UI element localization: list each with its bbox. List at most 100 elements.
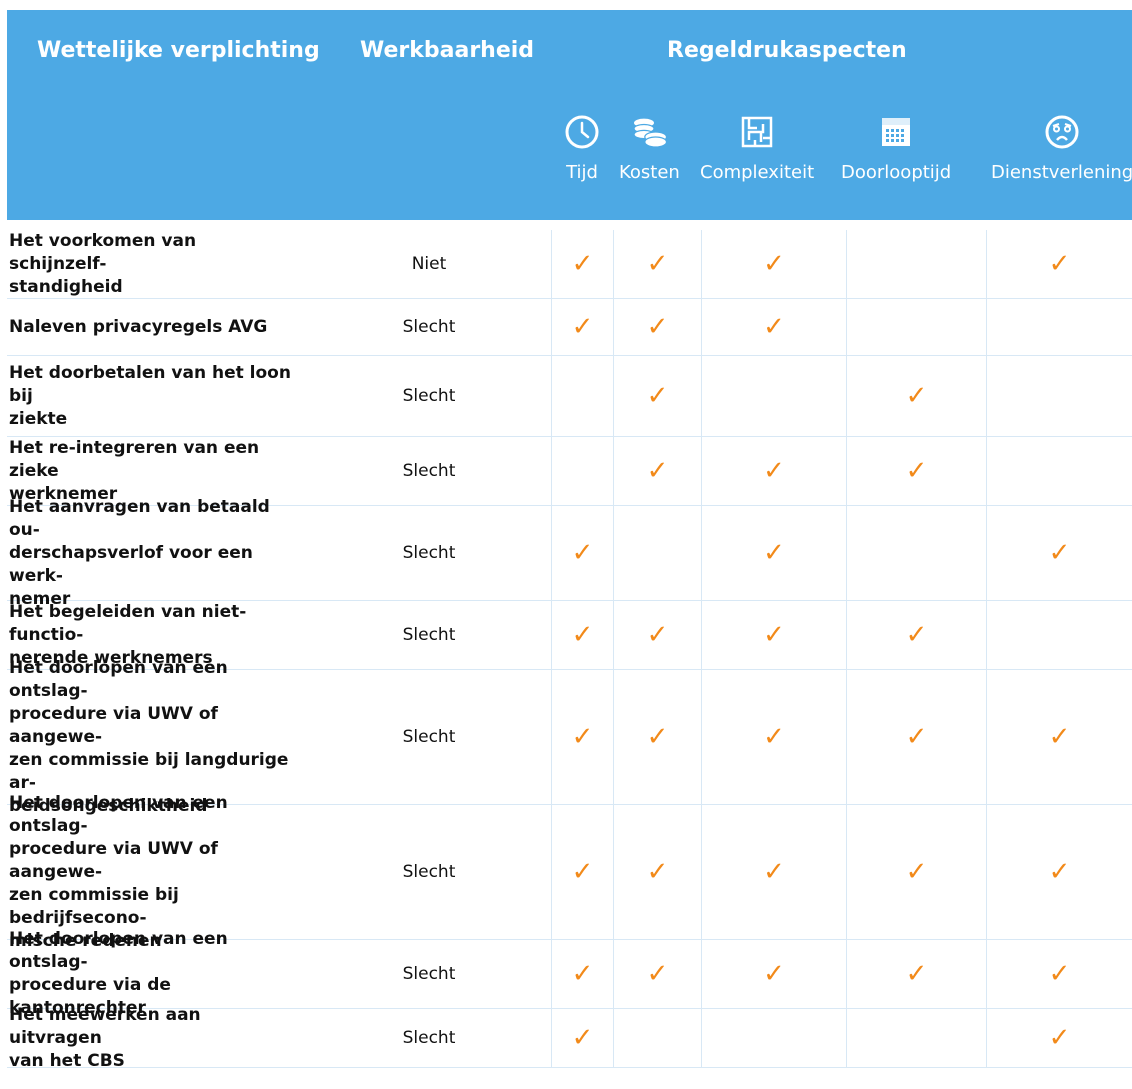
obligation-cell: Het aanvragen van betaald ou-derschapsve…: [7, 497, 307, 609]
aspect-cell: ✓: [847, 940, 987, 1008]
aspect-cell: ✓: [702, 670, 847, 804]
aspect-cell: ✓: [847, 601, 987, 669]
obligation-cell: Het doorlopen van een ontslag-procedure …: [7, 658, 307, 816]
checkmark-icon: ✓: [905, 381, 928, 411]
table-row: Het meewerken aan uitvragen van het CBS Sl…: [7, 1005, 1132, 1071]
aspect-label-tijd: Tijd: [566, 162, 598, 183]
aspect-cell: ✓: [987, 230, 1132, 298]
checkmark-icon: ✓: [763, 249, 785, 279]
obligation-text-line: ziekte: [9, 408, 68, 429]
checkmark-icon: ✓: [646, 312, 669, 342]
aspect-cell: ✓: [987, 1009, 1132, 1067]
maze-icon: [737, 112, 777, 152]
aspect-cell: [847, 230, 987, 298]
aspect-cell: ✓: [847, 437, 987, 505]
obligation-cell: Het doorbetalen van het loon bij ziekte: [7, 356, 307, 436]
aspect-cell: ✓: [702, 805, 847, 939]
aspect-kosten: Kosten: [619, 112, 680, 183]
checkmark-icon: ✓: [763, 312, 785, 342]
aspect-cell: [987, 356, 1132, 436]
aspect-cell: ✓: [614, 940, 702, 1008]
aspect-cell: ✓: [552, 230, 614, 298]
checkmark-icon: ✓: [571, 538, 594, 568]
header-workability: Werkbaarheid: [360, 38, 535, 63]
checkmark-icon: ✓: [571, 249, 594, 279]
obligation-text-line: Het doorlopen van een ontslag-: [9, 792, 228, 836]
header-obligation: Wettelijke verplichting: [37, 38, 320, 63]
checkmark-icon: ✓: [905, 959, 928, 989]
aspect-cell: ✓: [614, 437, 702, 505]
aspect-cell: ✓: [552, 601, 614, 669]
aspect-label-complexiteit: Complexiteit: [700, 162, 815, 183]
aspect-cell: ✓: [702, 299, 847, 355]
aspect-cell: ✓: [702, 506, 847, 600]
aspect-cell: ✓: [702, 230, 847, 298]
aspect-cell: ✓: [847, 670, 987, 804]
aspect-cell: ✓: [614, 601, 702, 669]
aspect-cell: ✓: [987, 506, 1132, 600]
checkmark-icon: ✓: [905, 722, 928, 752]
aspect-cell: ✓: [987, 805, 1132, 939]
checkmark-icon: ✓: [1048, 722, 1071, 752]
aspect-cell: ✓: [552, 940, 614, 1008]
obligation-text-line: Naleven privacyregels AVG: [9, 316, 268, 337]
checkmark-icon: ✓: [763, 722, 785, 752]
aspect-cell: [847, 299, 987, 355]
calendar-icon: [876, 112, 916, 152]
aspect-cell: [987, 299, 1132, 355]
aspect-cell: ✓: [614, 230, 702, 298]
checkmark-icon: ✓: [571, 722, 594, 752]
aspect-cell: [847, 506, 987, 600]
obligation-text-line: procedure via UWV of aangewe-: [9, 703, 218, 747]
obligation-cell: Het doorlopen van een ontslag-procedure …: [7, 793, 307, 951]
checkmark-icon: ✓: [905, 857, 928, 887]
obligation-text-line: Het voorkomen van schijnzelf-: [9, 230, 197, 274]
aspect-cell: ✓: [987, 940, 1132, 1008]
aspect-cell: ✓: [552, 1009, 614, 1067]
aspect-cell: [987, 437, 1132, 505]
aspect-cell: ✓: [614, 670, 702, 804]
aspect-cell: [614, 1009, 702, 1067]
table-row: Naleven privacyregels AVG Slecht ✓ ✓ ✓: [7, 299, 1132, 356]
table-row: Het doorlopen van een ontslag-procedure …: [7, 793, 1132, 951]
checkmark-icon: ✓: [1048, 857, 1071, 887]
checkmark-icon: ✓: [1048, 959, 1071, 989]
obligation-text-line: zen commissie bij langdurige ar-: [9, 749, 289, 793]
workability-cell: Slecht: [307, 437, 552, 505]
unhappy-face-icon: [1042, 112, 1082, 152]
table-body: Het voorkomen van schijnzelf-standigheid…: [7, 230, 1132, 1071]
aspect-label-doorlooptijd: Doorlooptijd: [841, 162, 952, 183]
obligation-text-line: Het aanvragen van betaald ou-: [9, 496, 270, 540]
obligation-cell: Het voorkomen van schijnzelf-standigheid: [7, 230, 307, 298]
checkmark-icon: ✓: [646, 857, 669, 887]
table-row: Het doorbetalen van het loon bij ziekte Sl…: [7, 356, 1132, 437]
aspect-cell: ✓: [987, 670, 1132, 804]
checkmark-icon: ✓: [646, 722, 669, 752]
aspect-dienstverlening: Dienstverlening: [991, 112, 1132, 183]
aspect-label-dienstverlening: Dienstverlening: [991, 162, 1132, 183]
aspect-cell: ✓: [552, 805, 614, 939]
table-header: Wettelijke verplichting Werkbaarheid Reg…: [7, 10, 1132, 220]
checkmark-icon: ✓: [646, 381, 669, 411]
aspect-label-kosten: Kosten: [619, 162, 680, 183]
checkmark-icon: ✓: [571, 857, 594, 887]
checkmark-icon: ✓: [763, 538, 785, 568]
obligation-text-line: derschapsverlof voor een werk-: [9, 542, 253, 586]
coins-icon: [629, 112, 669, 152]
aspect-doorlooptijd: Doorlooptijd: [841, 112, 951, 183]
checkmark-icon: ✓: [763, 620, 785, 650]
aspect-cell: ✓: [614, 805, 702, 939]
workability-cell: Niet: [307, 230, 552, 298]
obligation-text-line: standigheid: [9, 276, 123, 297]
checkmark-icon: ✓: [646, 620, 669, 650]
workability-cell: Slecht: [307, 805, 552, 939]
checkmark-icon: ✓: [571, 959, 594, 989]
workability-cell: Slecht: [307, 601, 552, 669]
aspect-cell: ✓: [552, 670, 614, 804]
table-row: Het doorlopen van een ontslag-procedure …: [7, 658, 1132, 816]
aspect-cell: ✓: [847, 356, 987, 436]
aspect-cell: [702, 356, 847, 436]
workability-cell: Slecht: [307, 299, 552, 355]
aspect-tijd: Tijd: [562, 112, 602, 183]
aspect-cell: ✓: [702, 601, 847, 669]
